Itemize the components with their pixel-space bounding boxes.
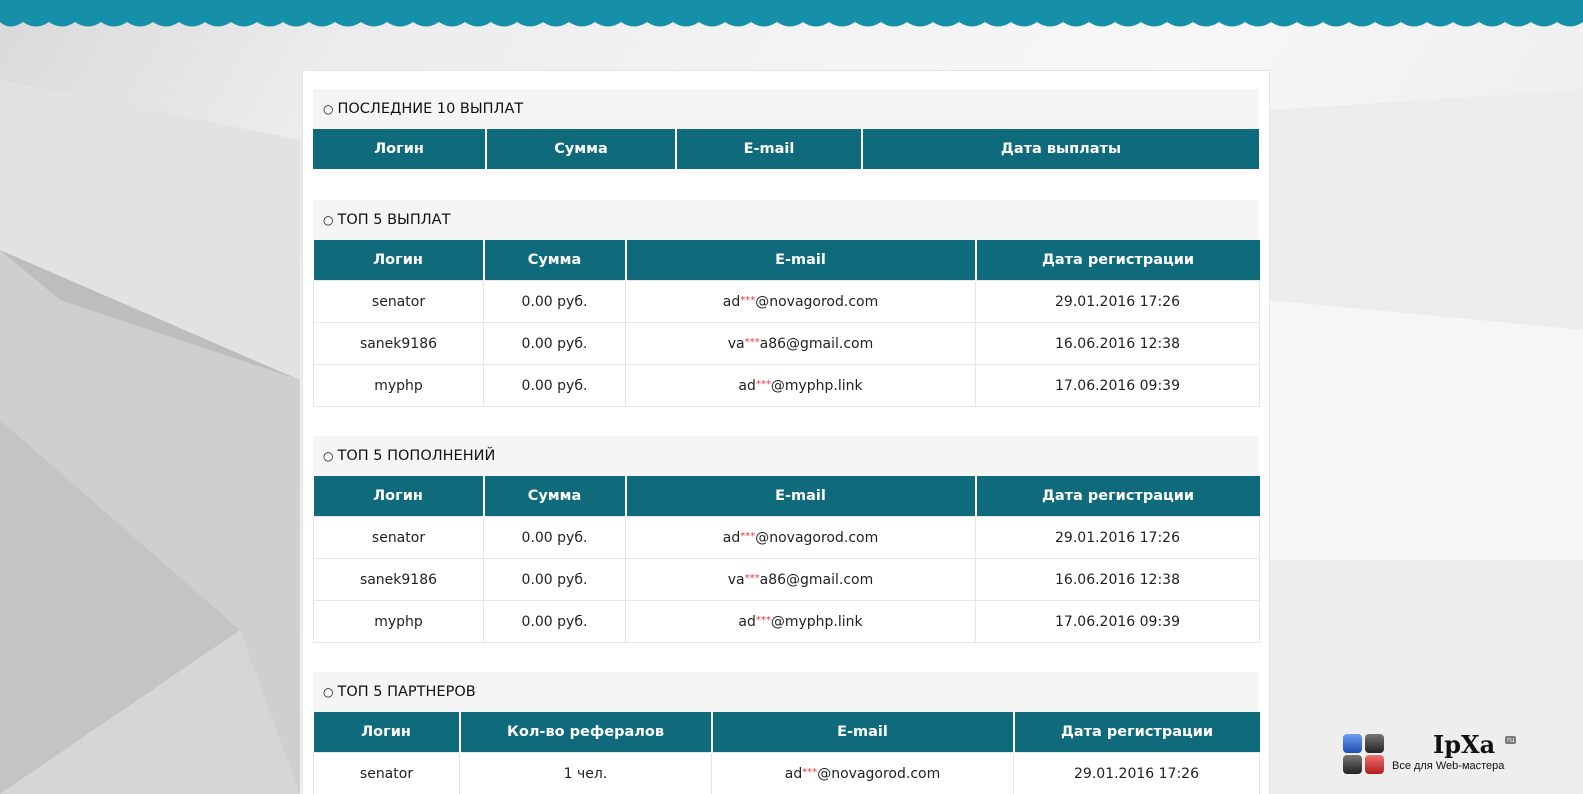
logo-name: IpXa <box>1433 730 1496 759</box>
cell-date: 29.01.2016 17:26 <box>975 280 1260 323</box>
logo-domain-badge: ru <box>1505 736 1517 744</box>
cell-date: 17.06.2016 09:39 <box>975 600 1260 643</box>
cell-email: ad***@myphp.link <box>625 364 976 407</box>
column-header-amount: Сумма <box>483 240 627 281</box>
cell-login: sanek9186 <box>313 558 484 601</box>
section-title: ○ ПОСЛЕДНИЕ 10 ВЫПЛАТ <box>313 89 1259 129</box>
logo-square-icon <box>1343 755 1362 774</box>
email-mask: *** <box>740 530 756 542</box>
cell-login: sanek9186 <box>313 322 484 365</box>
column-header-login: Логин <box>313 476 485 517</box>
cell-email: va***a86@gmail.com <box>625 322 976 365</box>
column-header-amount: Сумма <box>486 129 677 169</box>
section-title-text: ТОП 5 ПОПОЛНЕНИЙ <box>337 448 496 464</box>
cell-amount: 0.00 руб. <box>483 364 626 407</box>
table-row: sanek9186 0.00 руб. va***a86@gmail.com 1… <box>313 322 1260 365</box>
section-title-text: ТОП 5 ПАРТНЕРОВ <box>337 684 476 700</box>
logo-square-icon <box>1365 755 1384 774</box>
table-row: myphp 0.00 руб. ad***@myphp.link 17.06.2… <box>313 364 1260 407</box>
cell-login: myphp <box>313 600 484 643</box>
last-payouts-table: Логин Сумма E-mail Дата выплаты <box>313 129 1259 169</box>
logo-tagline: Все для Web-мастера <box>1392 760 1505 772</box>
email-mask: *** <box>802 766 818 778</box>
table-row: senator 0.00 руб. ad***@novagorod.com 29… <box>313 280 1260 323</box>
cell-amount: 0.00 руб. <box>483 280 626 323</box>
section-last-payouts: ○ ПОСЛЕДНИЕ 10 ВЫПЛАТ Логин Сумма E-mail … <box>313 89 1259 169</box>
column-header-date: Дата регистрации <box>975 476 1260 517</box>
column-header-login: Логин <box>313 712 461 753</box>
column-header-date: Дата выплаты <box>862 129 1259 169</box>
table-row: myphp 0.00 руб. ad***@myphp.link 17.06.2… <box>313 600 1260 643</box>
cell-amount: 0.00 руб. <box>483 600 626 643</box>
cell-login: senator <box>313 516 484 559</box>
cell-referrals: 1 чел. <box>459 752 712 794</box>
top-wave-border <box>0 0 1583 27</box>
top-partners-table: Логин Кол-во рефералов E-mail Дата регис… <box>313 712 1260 794</box>
cell-login: senator <box>313 752 460 794</box>
table-row: senator 1 чел. ad***@novagorod.com 29.01… <box>313 752 1260 794</box>
section-title-text: ТОП 5 ВЫПЛАТ <box>337 212 451 228</box>
top-payouts-table: Логин Сумма E-mail Дата регистрации sena… <box>313 240 1260 407</box>
cell-email: ad***@novagorod.com <box>711 752 1014 794</box>
cell-email: va***a86@gmail.com <box>625 558 976 601</box>
cell-date: 16.06.2016 12:38 <box>975 558 1260 601</box>
section-title: ○ ТОП 5 ВЫПЛАТ <box>313 200 1259 240</box>
email-mask: *** <box>755 614 771 626</box>
column-header-login: Логин <box>313 240 485 281</box>
section-title: ○ ТОП 5 ПАРТНЕРОВ <box>313 672 1259 712</box>
section-top-partners: ○ ТОП 5 ПАРТНЕРОВ Логин Кол-во рефералов … <box>313 672 1260 794</box>
column-header-email: E-mail <box>625 476 977 517</box>
email-mask: *** <box>740 294 756 306</box>
cell-amount: 0.00 руб. <box>483 516 626 559</box>
stats-panel: ○ ПОСЛЕДНИЕ 10 ВЫПЛАТ Логин Сумма E-mail … <box>302 70 1270 794</box>
email-mask: *** <box>744 336 760 348</box>
cell-email: ad***@novagorod.com <box>625 280 976 323</box>
column-header-email: E-mail <box>711 712 1015 753</box>
top-deposits-table: Логин Сумма E-mail Дата регистрации sena… <box>313 476 1260 643</box>
cell-amount: 0.00 руб. <box>483 322 626 365</box>
cell-date: 29.01.2016 17:26 <box>975 516 1260 559</box>
email-mask: *** <box>744 572 760 584</box>
cell-email: ad***@myphp.link <box>625 600 976 643</box>
table-row: senator 0.00 руб. ad***@novagorod.com 29… <box>313 516 1260 559</box>
section-title-text: ПОСЛЕДНИЕ 10 ВЫПЛАТ <box>337 101 524 117</box>
column-header-amount: Сумма <box>483 476 627 517</box>
email-mask: *** <box>755 378 771 390</box>
section-top-payouts: ○ ТОП 5 ВЫПЛАТ Логин Сумма E-mail Дата ре… <box>313 200 1260 407</box>
cell-login: senator <box>313 280 484 323</box>
table-row: sanek9186 0.00 руб. va***a86@gmail.com 1… <box>313 558 1260 601</box>
column-header-login: Логин <box>313 129 487 169</box>
ipxa-watermark-logo[interactable]: IpXa ru Все для Web-мастера <box>1343 730 1533 780</box>
section-title: ○ ТОП 5 ПОПОЛНЕНИЙ <box>313 436 1259 476</box>
column-header-referrals: Кол-во рефералов <box>459 712 713 753</box>
cell-amount: 0.00 руб. <box>483 558 626 601</box>
column-header-date: Дата регистрации <box>975 240 1260 281</box>
cell-date: 29.01.2016 17:26 <box>1013 752 1260 794</box>
cell-date: 16.06.2016 12:38 <box>975 322 1260 365</box>
column-header-email: E-mail <box>625 240 977 281</box>
cell-email: ad***@novagorod.com <box>625 516 976 559</box>
cell-date: 17.06.2016 09:39 <box>975 364 1260 407</box>
column-header-date: Дата регистрации <box>1013 712 1260 753</box>
logo-square-icon <box>1343 734 1362 753</box>
column-header-email: E-mail <box>676 129 863 169</box>
logo-square-icon <box>1365 734 1384 753</box>
cell-login: myphp <box>313 364 484 407</box>
section-top-deposits: ○ ТОП 5 ПОПОЛНЕНИЙ Логин Сумма E-mail Дат… <box>313 436 1260 643</box>
